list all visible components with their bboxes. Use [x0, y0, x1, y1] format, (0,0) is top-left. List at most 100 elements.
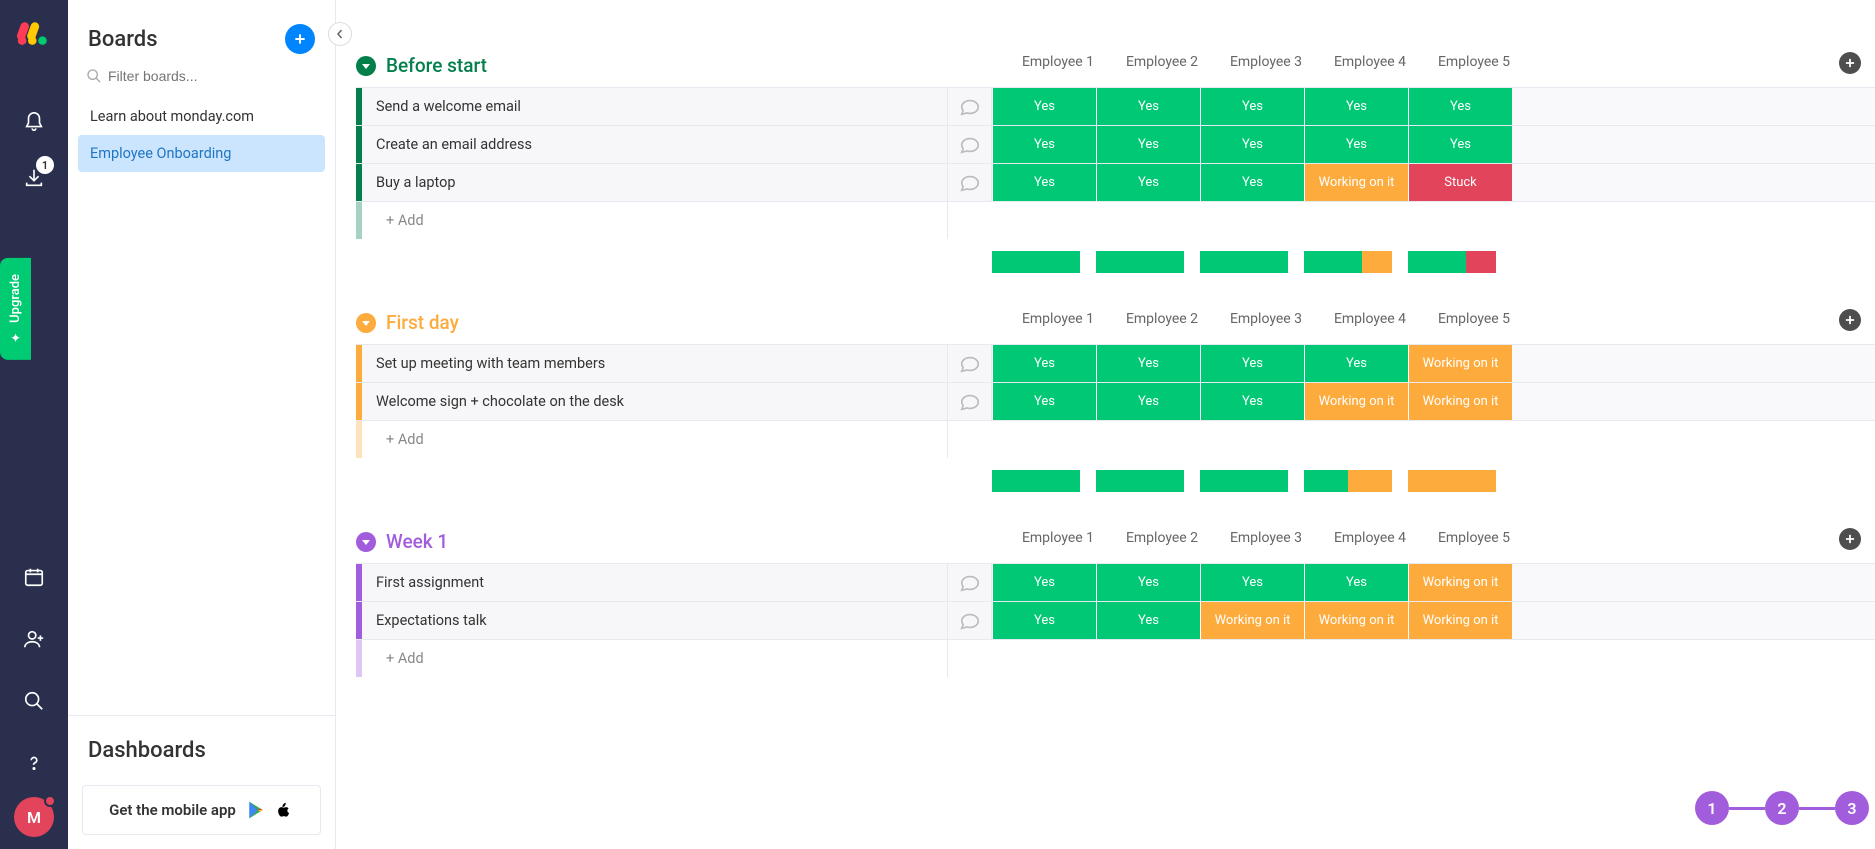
status-cell[interactable]: Yes — [1096, 345, 1200, 382]
notifications-button[interactable] — [0, 94, 68, 150]
task-name[interactable]: Welcome sign + chocolate on the desk — [362, 383, 948, 420]
conversation-button[interactable] — [948, 88, 992, 125]
status-cell[interactable]: Yes — [1304, 88, 1408, 125]
status-cell[interactable]: Working on it — [1408, 345, 1512, 382]
status-cell[interactable]: Yes — [1200, 88, 1304, 125]
conversation-button[interactable] — [948, 164, 992, 201]
status-cell[interactable]: Working on it — [1408, 383, 1512, 420]
group-collapse-toggle[interactable] — [356, 532, 376, 552]
inbox-button[interactable]: 1 — [0, 150, 68, 206]
status-cell[interactable]: Working on it — [1304, 164, 1408, 201]
status-cell[interactable]: Yes — [1096, 126, 1200, 163]
column-header[interactable]: Employee 3 — [1214, 530, 1318, 546]
task-name[interactable]: Set up meeting with team members — [362, 345, 948, 382]
upgrade-button[interactable]: ✦Upgrade — [0, 258, 31, 360]
user-avatar[interactable]: M — [14, 797, 54, 837]
status-cell[interactable]: Yes — [1408, 88, 1512, 125]
task-row[interactable]: Buy a laptopYesYesYesWorking on itStuck — [356, 163, 1875, 201]
sidebar-item-board[interactable]: Employee Onboarding — [78, 135, 325, 172]
status-cell[interactable]: Yes — [1096, 88, 1200, 125]
conversation-button[interactable] — [948, 126, 992, 163]
conversation-button[interactable] — [948, 602, 992, 639]
status-cell[interactable]: Yes — [1200, 126, 1304, 163]
add-task-button[interactable]: + Add — [362, 640, 948, 677]
task-row[interactable]: Send a welcome emailYesYesYesYesYes — [356, 87, 1875, 125]
conversation-button[interactable] — [948, 345, 992, 382]
status-cell[interactable]: Working on it — [1408, 602, 1512, 639]
column-header[interactable]: Employee 2 — [1110, 311, 1214, 327]
column-header[interactable]: Employee 1 — [1006, 311, 1110, 327]
status-cell[interactable]: Yes — [992, 345, 1096, 382]
status-cell[interactable]: Yes — [992, 88, 1096, 125]
status-cell[interactable]: Yes — [992, 602, 1096, 639]
onboarding-step-3[interactable]: 3 — [1835, 791, 1869, 825]
status-cell[interactable]: Yes — [992, 564, 1096, 601]
task-row[interactable]: First assignmentYesYesYesYesWorking on i… — [356, 563, 1875, 601]
column-header[interactable]: Employee 2 — [1110, 54, 1214, 70]
task-row[interactable]: Create an email addressYesYesYesYesYes — [356, 125, 1875, 163]
sidebar-item-board[interactable]: Learn about monday.com — [78, 98, 325, 135]
search-button[interactable] — [0, 673, 68, 729]
column-header[interactable]: Employee 2 — [1110, 530, 1214, 546]
filter-boards-field[interactable] — [68, 68, 335, 94]
onboarding-step-1[interactable]: 1 — [1695, 791, 1729, 825]
task-row[interactable]: Expectations talkYesYesWorking on itWork… — [356, 601, 1875, 639]
group-title[interactable]: Before start — [386, 54, 487, 77]
filter-boards-input[interactable] — [108, 68, 317, 84]
add-board-button[interactable] — [285, 24, 315, 54]
task-row[interactable]: Set up meeting with team membersYesYesYe… — [356, 344, 1875, 382]
status-cell[interactable]: Yes — [992, 383, 1096, 420]
status-cell[interactable]: Yes — [1304, 126, 1408, 163]
status-cell[interactable]: Working on it — [1304, 383, 1408, 420]
help-button[interactable] — [0, 735, 68, 791]
status-cell[interactable]: Yes — [992, 164, 1096, 201]
group-title[interactable]: Week 1 — [386, 530, 448, 553]
status-cell[interactable]: Yes — [1200, 164, 1304, 201]
group-title[interactable]: First day — [386, 311, 459, 334]
column-header[interactable]: Employee 4 — [1318, 54, 1422, 70]
status-cell[interactable]: Yes — [1200, 383, 1304, 420]
status-cell[interactable]: Yes — [1200, 345, 1304, 382]
add-column-button[interactable] — [1839, 309, 1861, 331]
status-cell[interactable]: Yes — [1304, 564, 1408, 601]
column-header[interactable]: Employee 3 — [1214, 311, 1318, 327]
status-cell[interactable]: Yes — [1096, 564, 1200, 601]
invite-button[interactable] — [0, 611, 68, 667]
task-name[interactable]: Send a welcome email — [362, 88, 948, 125]
column-header[interactable]: Employee 1 — [1006, 54, 1110, 70]
column-header[interactable]: Employee 4 — [1318, 311, 1422, 327]
collapse-sidebar-button[interactable] — [328, 22, 352, 46]
task-name[interactable]: Create an email address — [362, 126, 948, 163]
column-header[interactable]: Employee 5 — [1422, 54, 1526, 70]
add-column-button[interactable] — [1839, 528, 1861, 550]
add-column-button[interactable] — [1839, 52, 1861, 74]
column-header[interactable]: Employee 1 — [1006, 530, 1110, 546]
task-name[interactable]: Buy a laptop — [362, 164, 948, 201]
mobile-app-cta[interactable]: Get the mobile app — [82, 785, 321, 835]
status-cell[interactable]: Yes — [1096, 602, 1200, 639]
column-header[interactable]: Employee 5 — [1422, 530, 1526, 546]
task-row[interactable]: Welcome sign + chocolate on the deskYesY… — [356, 382, 1875, 420]
task-name[interactable]: Expectations talk — [362, 602, 948, 639]
status-cell[interactable]: Working on it — [1304, 602, 1408, 639]
status-cell[interactable]: Yes — [1200, 564, 1304, 601]
status-cell[interactable]: Yes — [992, 126, 1096, 163]
add-task-button[interactable]: + Add — [362, 421, 948, 458]
status-cell[interactable]: Yes — [1096, 383, 1200, 420]
status-cell[interactable]: Working on it — [1200, 602, 1304, 639]
status-cell[interactable]: Yes — [1408, 126, 1512, 163]
calendar-button[interactable] — [0, 549, 68, 605]
task-name[interactable]: First assignment — [362, 564, 948, 601]
status-cell[interactable]: Stuck — [1408, 164, 1512, 201]
status-cell[interactable]: Yes — [1304, 345, 1408, 382]
status-cell[interactable]: Yes — [1096, 164, 1200, 201]
add-task-button[interactable]: + Add — [362, 202, 948, 239]
conversation-button[interactable] — [948, 383, 992, 420]
status-cell[interactable]: Working on it — [1408, 564, 1512, 601]
onboarding-step-2[interactable]: 2 — [1765, 791, 1799, 825]
column-header[interactable]: Employee 4 — [1318, 530, 1422, 546]
group-collapse-toggle[interactable] — [356, 313, 376, 333]
column-header[interactable]: Employee 5 — [1422, 311, 1526, 327]
conversation-button[interactable] — [948, 564, 992, 601]
group-collapse-toggle[interactable] — [356, 56, 376, 76]
